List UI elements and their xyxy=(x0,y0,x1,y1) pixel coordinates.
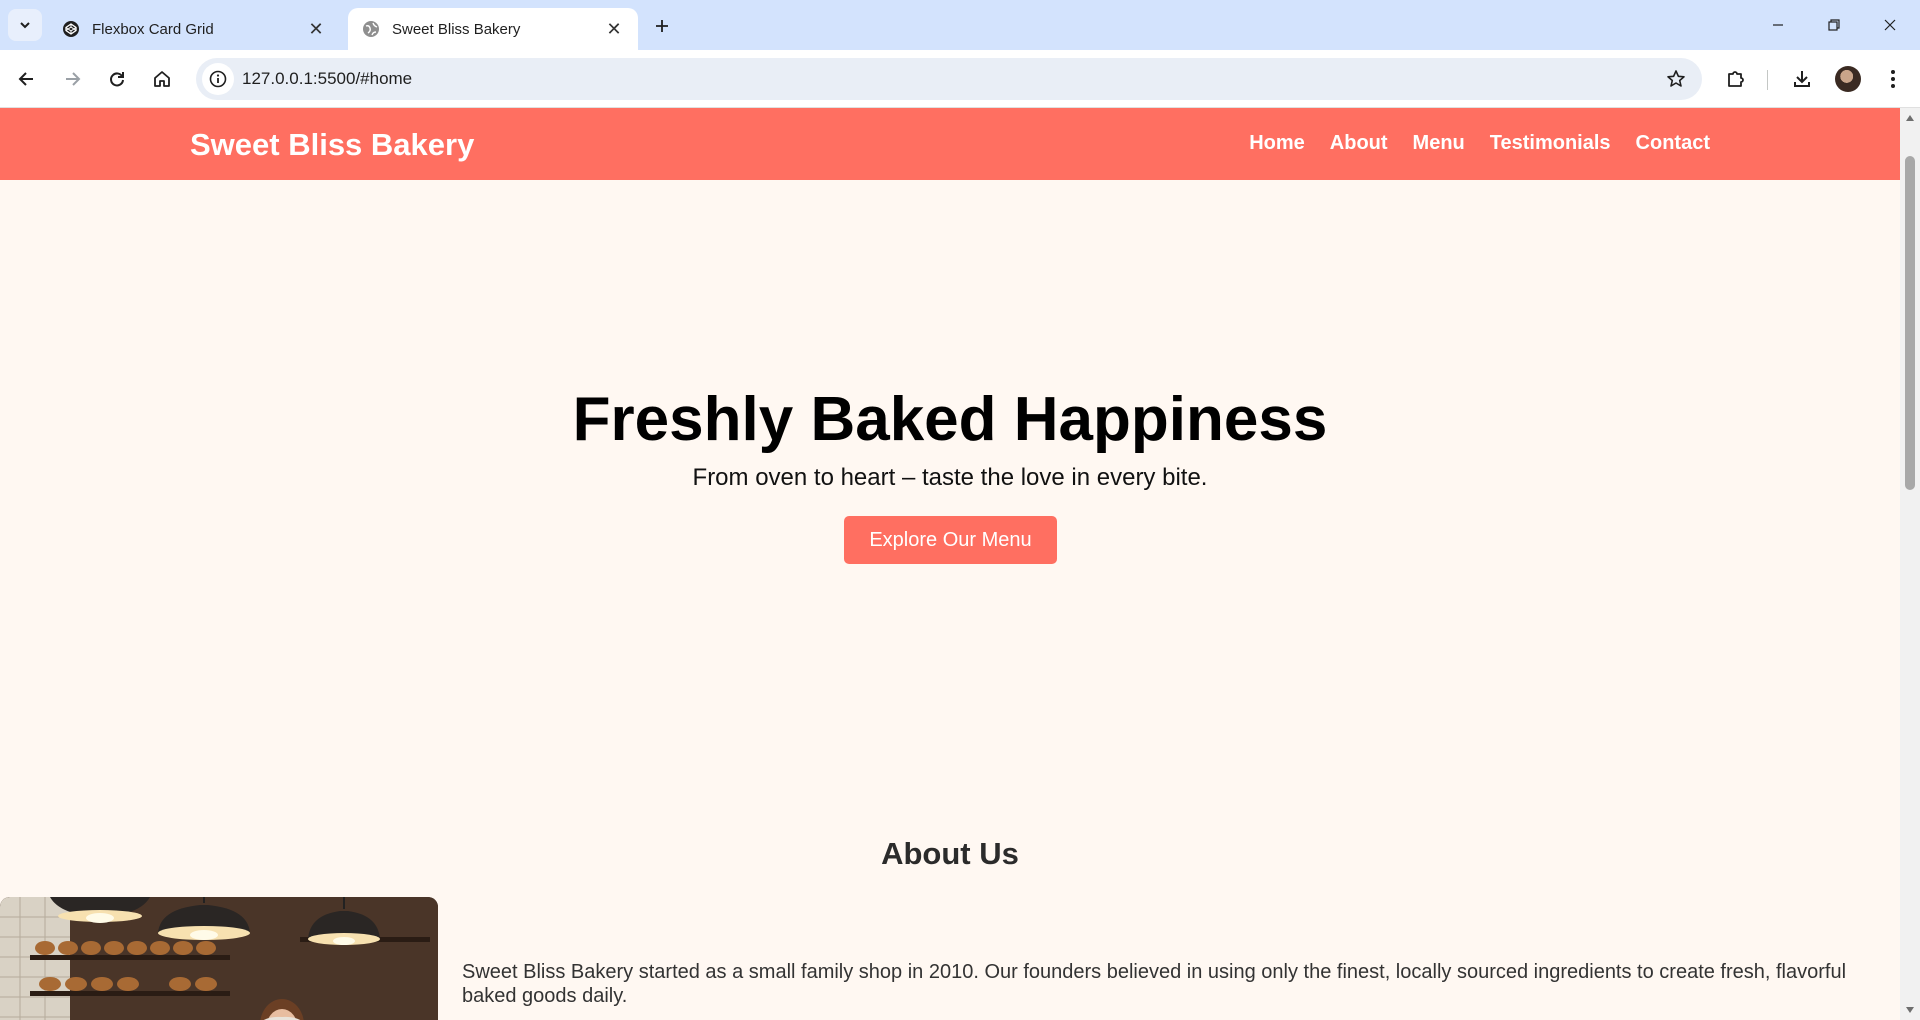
triangle-down-icon xyxy=(1906,1007,1914,1013)
minimize-icon xyxy=(1773,24,1783,26)
address-bar[interactable]: 127.0.0.1:5500/#home xyxy=(196,58,1702,100)
restore-icon xyxy=(1828,19,1840,31)
browser-tab-bar: Flexbox Card Grid ✕ Sweet Bliss Bakery ✕ xyxy=(0,0,1920,50)
tab-title: Flexbox Card Grid xyxy=(92,20,214,38)
scroll-up-button[interactable] xyxy=(1900,110,1920,126)
page-scrollbar[interactable] xyxy=(1900,108,1920,1020)
download-icon xyxy=(1794,71,1810,87)
new-tab-button[interactable] xyxy=(648,12,676,40)
puzzle-icon xyxy=(1728,71,1744,87)
tab-sweet-bliss-bakery[interactable]: Sweet Bliss Bakery ✕ xyxy=(348,8,638,50)
close-window-button[interactable] xyxy=(1870,10,1910,40)
bookmark-button[interactable] xyxy=(1664,67,1688,91)
triangle-up-icon xyxy=(1906,115,1914,121)
extensions-button[interactable] xyxy=(1720,63,1752,95)
browser-menu-button[interactable] xyxy=(1877,63,1909,95)
hero-title: Freshly Baked Happiness xyxy=(572,385,1328,454)
scroll-down-button[interactable] xyxy=(1900,1002,1920,1018)
minimize-button[interactable] xyxy=(1758,10,1798,40)
profile-avatar[interactable] xyxy=(1835,66,1861,92)
browser-toolbar: 127.0.0.1:5500/#home xyxy=(0,50,1920,108)
nav-link-about[interactable]: About xyxy=(1330,132,1388,155)
info-icon xyxy=(209,70,227,88)
more-vert-icon xyxy=(1891,70,1895,88)
hero-subtitle: From oven to heart – taste the love in e… xyxy=(692,464,1208,491)
home-icon xyxy=(154,71,170,87)
about-section-title: About Us xyxy=(881,836,1019,871)
globe-icon xyxy=(362,20,380,38)
site-info-button[interactable] xyxy=(202,63,234,95)
nav-link-contact[interactable]: Contact xyxy=(1636,132,1710,155)
downloads-button[interactable] xyxy=(1786,63,1818,95)
reload-icon xyxy=(110,72,124,87)
restore-button[interactable] xyxy=(1814,10,1854,40)
chevron-down-icon xyxy=(20,22,30,29)
reload-button[interactable] xyxy=(101,63,133,95)
arrow-left-icon xyxy=(18,72,33,86)
star-icon xyxy=(1667,70,1685,87)
tab-title: Sweet Bliss Bakery xyxy=(392,20,521,38)
nav-link-testimonials[interactable]: Testimonials xyxy=(1490,132,1611,155)
close-tab-icon[interactable]: ✕ xyxy=(604,19,624,39)
main-nav: Home About Menu Testimonials Contact xyxy=(1249,132,1710,155)
tab-search-button[interactable] xyxy=(8,9,42,41)
plus-icon xyxy=(656,20,668,32)
forward-button[interactable] xyxy=(56,63,88,95)
close-icon xyxy=(1884,19,1896,31)
arrow-right-icon xyxy=(66,72,81,86)
codepen-icon xyxy=(62,20,80,38)
site-header: Sweet Bliss Bakery Home About Menu Testi… xyxy=(0,108,1900,180)
url-text[interactable]: 127.0.0.1:5500/#home xyxy=(242,69,412,89)
page-viewport: Sweet Bliss Bakery Home About Menu Testi… xyxy=(0,108,1900,1020)
explore-menu-button[interactable]: Explore Our Menu xyxy=(844,516,1057,564)
back-button[interactable] xyxy=(11,63,43,95)
tab-flexbox-card-grid[interactable]: Flexbox Card Grid ✕ xyxy=(48,8,340,50)
bakery-photo xyxy=(0,897,438,1020)
about-text: Sweet Bliss Bakery started as a small fa… xyxy=(462,961,1847,1007)
close-tab-icon[interactable]: ✕ xyxy=(306,19,326,39)
nav-link-menu[interactable]: Menu xyxy=(1413,132,1465,155)
site-logo[interactable]: Sweet Bliss Bakery xyxy=(190,127,474,163)
home-button[interactable] xyxy=(146,63,178,95)
nav-link-home[interactable]: Home xyxy=(1249,132,1305,155)
toolbar-divider xyxy=(1767,70,1768,90)
scrollbar-thumb[interactable] xyxy=(1905,156,1915,490)
